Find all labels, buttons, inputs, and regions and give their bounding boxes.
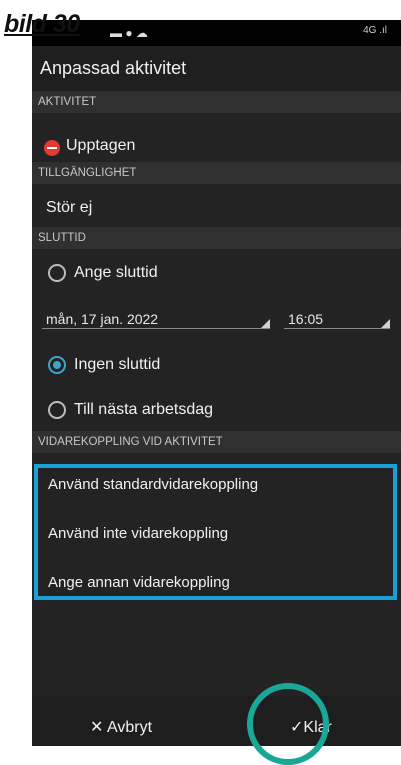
time-field[interactable]: 16:05 [288,311,323,327]
option-ingen-sluttid[interactable]: Ingen sluttid [74,356,160,374]
option-ange-sluttid[interactable]: Ange sluttid [74,264,158,282]
status-icons-left: ▬ ● ☁ [110,26,148,40]
availability-value[interactable]: Stör ej [46,199,92,217]
phone-screen: ▬ ● ☁ 4G .ıl Anpassad aktivitet AKTIVITE… [32,20,401,746]
section-header-vidarekoppling: VIDAREKOPPLING VID AKTIVITET [32,431,401,453]
date-field-underline [42,328,270,329]
time-field-underline [284,328,390,329]
section-header-aktivitet: AKTIVITET [32,91,401,113]
cancel-button[interactable]: ✕ Avbryt [90,717,152,737]
section-header-tillganglighet: TILLGÄNGLIGHET [32,162,401,184]
forwarding-option-other[interactable]: Ange annan vidarekoppling [48,574,230,591]
date-dropdown-icon[interactable] [261,319,270,328]
status-bar: ▬ ● ☁ 4G .ıl [32,20,401,46]
time-dropdown-icon[interactable] [381,319,390,328]
highlight-circle [247,683,329,765]
radio-till-nasta-arbetsdag[interactable] [48,401,66,419]
status-icons-right: 4G .ıl [363,25,387,36]
cancel-label: Avbryt [106,719,153,736]
page-title: Anpassad aktivitet [40,58,187,78]
forwarding-option-none[interactable]: Använd inte vidarekoppling [48,525,228,542]
close-icon: ✕ [90,719,104,736]
busy-status-icon [44,140,60,156]
radio-ange-sluttid[interactable] [48,264,66,282]
forwarding-option-standard[interactable]: Använd standardvidarekoppling [48,476,258,493]
section-header-sluttid: SLUTTID [32,227,401,249]
bottom-action-bar [32,696,401,746]
option-till-nasta-arbetsdag[interactable]: Till nästa arbetsdag [74,401,213,419]
radio-ingen-sluttid[interactable] [48,356,66,374]
date-field[interactable]: mån, 17 jan. 2022 [46,311,158,327]
figure-caption: bild 30 [4,10,80,38]
activity-value[interactable]: Upptagen [66,137,135,155]
